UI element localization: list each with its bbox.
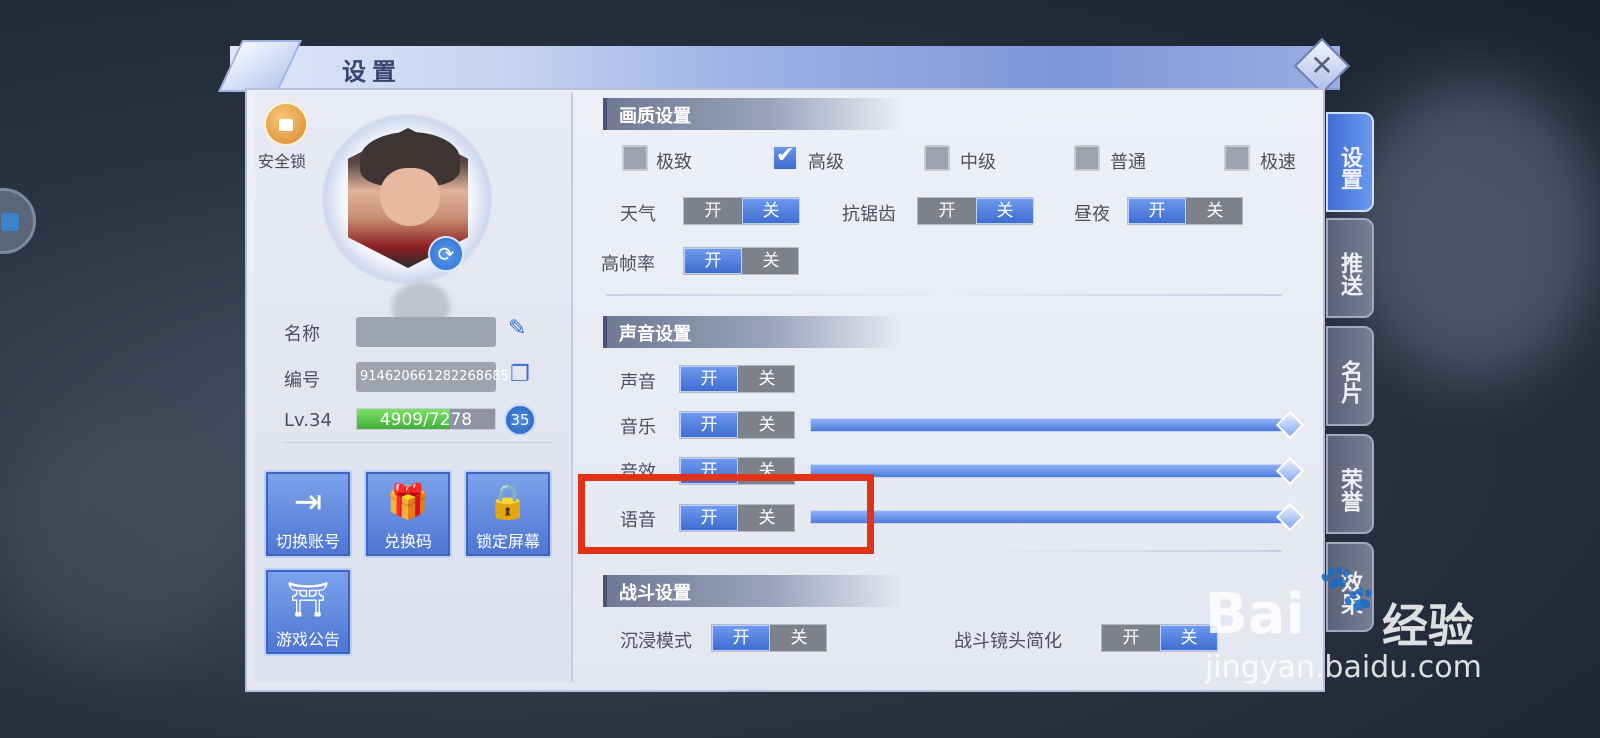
daynight-toggle[interactable]: 开 关	[1127, 197, 1243, 225]
copy-icon[interactable]: ❐	[510, 362, 530, 387]
camera-simplify-on[interactable]: 开	[1102, 625, 1160, 651]
camera-simplify-label: 战斗镜头简化	[954, 631, 1062, 652]
lock-screen-button[interactable]: 🔒 锁定屏幕	[464, 470, 552, 558]
daynight-on[interactable]: 开	[1128, 198, 1186, 224]
close-icon: ✕	[1310, 49, 1334, 82]
exp-bar: 4909/7278	[356, 408, 496, 430]
id-label: 编号	[284, 370, 320, 391]
safety-lock-label: 安全锁	[258, 152, 307, 171]
section-divider	[606, 294, 1282, 296]
background-glow	[1350, 80, 1600, 380]
quality-label-normal: 普通	[1110, 152, 1146, 173]
tab-honor[interactable]: 荣誉	[1326, 434, 1374, 534]
safety-lock-icon[interactable]	[264, 102, 308, 146]
quality-label-high: 高级	[808, 152, 844, 173]
id-field: 914620661282268685	[356, 362, 509, 392]
lock-icon: 🔒	[486, 482, 530, 522]
daynight-off[interactable]: 关	[1186, 198, 1244, 224]
effects-volume-slider[interactable]	[810, 464, 1290, 478]
immersive-off[interactable]: 关	[770, 625, 828, 651]
logout-icon: ⇥	[293, 482, 323, 522]
avatar-face	[380, 168, 440, 226]
background-glow	[0, 420, 240, 660]
graphics-section-header: 画质设置	[603, 98, 903, 130]
quality-label-fast: 极速	[1260, 152, 1296, 173]
graphics-section-title: 画质设置	[619, 106, 691, 127]
redeem-code-button[interactable]: 🎁 兑换码	[364, 470, 452, 558]
side-float-button[interactable]	[0, 188, 36, 254]
music-on[interactable]: 开	[680, 412, 738, 438]
weather-on[interactable]: 开	[684, 198, 742, 224]
antialias-label: 抗锯齿	[842, 204, 896, 225]
daynight-label: 昼夜	[1074, 204, 1110, 225]
next-level-badge: 35	[504, 404, 536, 436]
quality-checkbox-ultra[interactable]	[622, 145, 648, 171]
music-label: 音乐	[620, 417, 656, 438]
watermark-brand: Bai	[1205, 582, 1305, 647]
lock-screen-label: 锁定屏幕	[475, 532, 540, 551]
weather-toggle[interactable]: 开 关	[683, 197, 800, 225]
antialias-toggle[interactable]: 开 关	[917, 197, 1034, 225]
music-toggle[interactable]: 开 关	[679, 411, 795, 439]
refresh-avatar-icon[interactable]: ⟳	[428, 236, 464, 272]
redeem-code-label: 兑换码	[383, 532, 432, 551]
battle-section-title: 战斗设置	[619, 583, 691, 604]
sound-on[interactable]: 开	[680, 366, 738, 392]
switch-account-button[interactable]: ⇥ 切换账号	[264, 470, 352, 558]
announcement-button[interactable]: ⛩ 游戏公告	[264, 568, 352, 656]
announcement-label: 游戏公告	[275, 630, 340, 649]
weather-label: 天气	[620, 204, 656, 225]
exp-text: 4909/7278	[379, 410, 473, 430]
quality-label-medium: 中级	[960, 152, 996, 173]
sound-toggle[interactable]: 开 关	[679, 365, 795, 393]
edit-name-icon[interactable]: ✎	[508, 316, 526, 341]
quality-checkbox-normal[interactable]	[1074, 145, 1100, 171]
name-label: 名称	[284, 324, 320, 345]
immersive-label: 沉浸模式	[620, 631, 692, 652]
tab-settings[interactable]: 设置	[1326, 112, 1374, 212]
watermark-brand-tail: 经验	[1382, 599, 1474, 653]
antialias-on[interactable]: 开	[918, 198, 976, 224]
music-volume-slider[interactable]	[810, 418, 1290, 432]
high-fps-on[interactable]: 开	[684, 248, 742, 274]
sound-label: 声音	[620, 372, 656, 393]
name-field	[356, 317, 496, 347]
highlight-box	[578, 474, 874, 554]
high-fps-toggle[interactable]: 开 关	[683, 247, 799, 275]
board-icon: ⛩	[286, 580, 330, 620]
paw-icon: 🐾	[1318, 560, 1376, 614]
sound-section-title: 声音设置	[619, 324, 691, 345]
battle-section-header: 战斗设置	[603, 575, 903, 607]
high-fps-label: 高帧率	[601, 254, 655, 275]
bookmark-icon	[1, 213, 19, 231]
quality-checkbox-medium[interactable]	[924, 145, 950, 171]
sound-off[interactable]: 关	[738, 366, 796, 392]
immersive-toggle[interactable]: 开 关	[711, 624, 827, 652]
switch-account-label: 切换账号	[275, 532, 340, 551]
weather-off[interactable]: 关	[742, 198, 800, 224]
camera-simplify-toggle[interactable]: 开 关	[1101, 624, 1218, 652]
sound-section-header: 声音设置	[603, 316, 903, 348]
quality-checkbox-fast[interactable]	[1224, 145, 1250, 171]
tab-push[interactable]: 推送	[1326, 218, 1374, 318]
level-label: Lv.34	[284, 410, 332, 431]
watermark-url: jingyan.baidu.com	[1205, 650, 1482, 685]
immersive-on[interactable]: 开	[712, 625, 770, 651]
profile-divider	[282, 442, 552, 443]
high-fps-off[interactable]: 关	[742, 248, 800, 274]
voice-volume-slider[interactable]	[810, 510, 1290, 524]
quality-checkbox-high[interactable]	[772, 143, 798, 171]
quality-label-ultra: 极致	[656, 152, 692, 173]
tab-card[interactable]: 名片	[1326, 326, 1374, 426]
gift-icon: 🎁	[386, 482, 430, 522]
music-off[interactable]: 关	[738, 412, 796, 438]
page-title: 设置	[342, 57, 402, 86]
antialias-off[interactable]: 关	[976, 198, 1034, 224]
